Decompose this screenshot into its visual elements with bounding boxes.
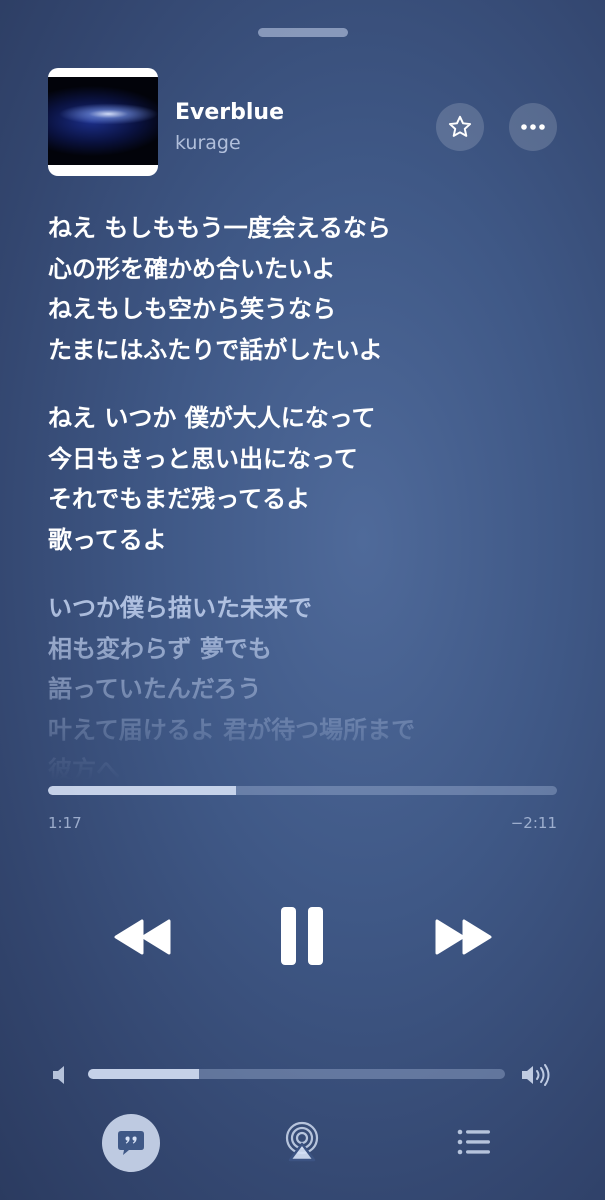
volume-min-button[interactable]: [50, 1063, 70, 1087]
remaining-time: −2:11: [510, 814, 557, 832]
star-icon: [448, 115, 472, 137]
airplay-icon: [285, 1121, 319, 1162]
album-artwork-image: [48, 77, 158, 165]
album-artwork[interactable]: [48, 68, 158, 176]
sheet-grabber[interactable]: [258, 28, 348, 37]
lyric-line[interactable]: ねえ いつか 僕が大人になって: [48, 398, 568, 439]
lyric-line[interactable]: いつか僕ら描いた未来で: [48, 588, 568, 629]
lyrics-button[interactable]: [102, 1114, 160, 1172]
elapsed-time: 1:17: [48, 814, 82, 832]
lyric-line[interactable]: たまにはふたりで話がしたいよ: [48, 330, 568, 371]
lyric-line[interactable]: 今日もきっと思い出になって: [48, 439, 568, 480]
lyric-line[interactable]: 心の形を確かめ合いたいよ: [48, 249, 568, 290]
lyric-line[interactable]: 語っていたんだろう: [48, 669, 568, 710]
lyric-line[interactable]: ねえもしも空から笑うなら: [48, 289, 568, 330]
volume-max-button[interactable]: [520, 1061, 556, 1089]
lyric-line[interactable]: 相も変わらず 夢でも: [48, 629, 568, 670]
lyric-line[interactable]: 歌ってるよ: [48, 520, 568, 561]
speaker-low-icon: [53, 1066, 64, 1084]
airplay-button[interactable]: [282, 1120, 322, 1164]
lyrics-stanza: ねえ いつか 僕が大人になって 今日もきっと思い出になって それでもまだ残ってる…: [48, 398, 568, 560]
lyric-line[interactable]: それでもまだ残ってるよ: [48, 479, 568, 520]
rewind-button[interactable]: [106, 910, 178, 964]
queue-list-icon: [457, 1129, 490, 1155]
rewind-icon: [114, 919, 171, 955]
more-options-button[interactable]: [509, 103, 557, 151]
lyric-line[interactable]: ねえ もしももう一度会えるなら: [48, 208, 568, 249]
pause-icon: [281, 907, 323, 965]
speaker-high-icon: [522, 1064, 550, 1086]
song-title[interactable]: Everblue: [175, 100, 284, 125]
lyrics-stanza-upcoming: いつか僕ら描いた未来で 相も変わらず 夢でも 語っていたんだろう 叶えて届けるよ…: [48, 588, 568, 780]
pause-button[interactable]: [272, 900, 332, 972]
playback-progress-fill: [48, 786, 237, 795]
ellipsis-icon: [521, 124, 545, 130]
queue-button[interactable]: [456, 1127, 492, 1157]
lyrics-quote-bubble-icon: [118, 1131, 144, 1155]
volume-slider[interactable]: [88, 1069, 505, 1079]
fast-forward-icon: [435, 919, 492, 955]
lyric-line[interactable]: 叶えて届けるよ 君が待つ場所まで: [48, 710, 568, 751]
lyric-line[interactable]: 彼方へ: [48, 750, 568, 780]
volume-level-fill: [88, 1069, 199, 1079]
playback-scrubber[interactable]: [48, 786, 557, 795]
lyrics-stanza: ねえ もしももう一度会えるなら 心の形を確かめ合いたいよ ねえもしも空から笑うな…: [48, 208, 568, 370]
favorite-button[interactable]: [436, 103, 484, 151]
fast-forward-button[interactable]: [428, 910, 500, 964]
song-artist[interactable]: kurage: [175, 132, 241, 154]
lyrics-view[interactable]: ねえ もしももう一度会えるなら 心の形を確かめ合いたいよ ねえもしも空から笑うな…: [48, 208, 568, 780]
